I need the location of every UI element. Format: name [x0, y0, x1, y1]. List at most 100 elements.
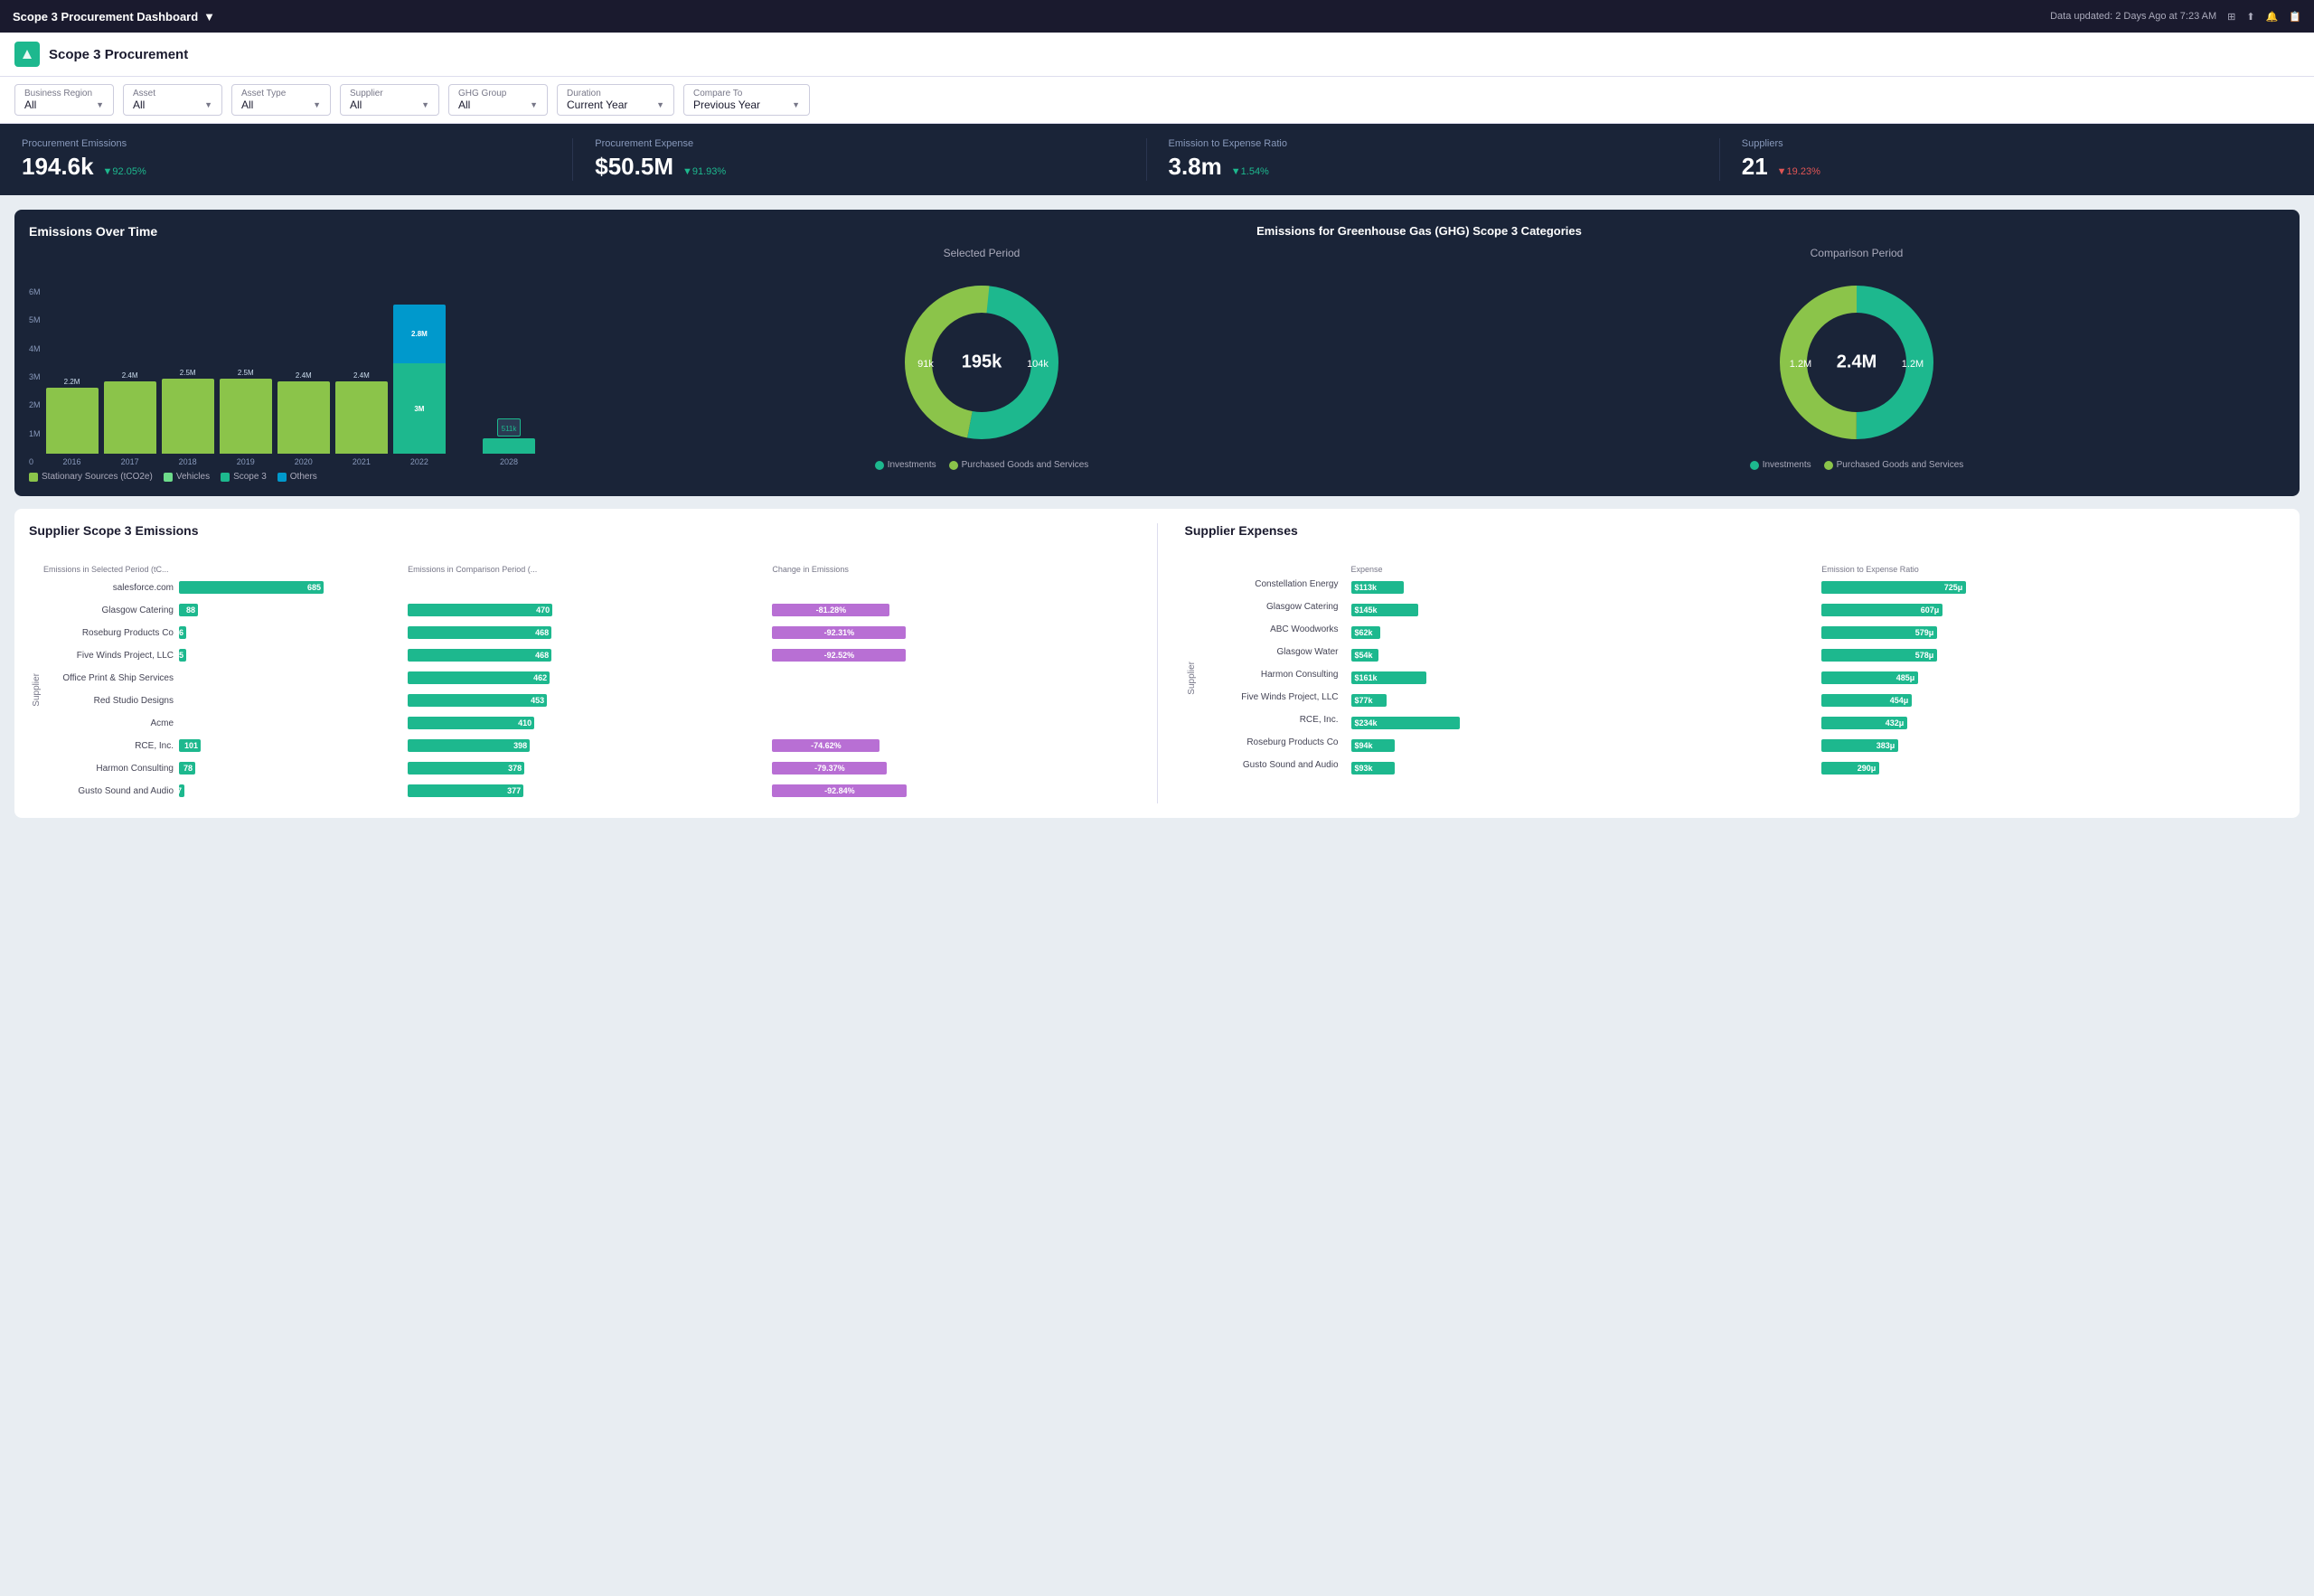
top-bar-right: Data updated: 2 Days Ago at 7:23 AM ⊞ ⬆ …: [2050, 11, 2301, 23]
supplier-row-selected: Red Studio Designs: [43, 690, 400, 710]
supplier-row-change: -74.62%: [772, 736, 1129, 756]
expense-bar-row: $145k: [1351, 600, 1815, 620]
ratio-bar-row: 454μ: [1821, 690, 2285, 710]
supplier-row-comparison: 468: [408, 623, 765, 643]
filter-supplier-label: Supplier: [350, 89, 429, 99]
y-axis-6m: 6M: [29, 287, 41, 296]
supplier-expense-axis-label: Supplier: [1187, 662, 1197, 695]
filter-supplier-value: All ▼: [350, 99, 429, 111]
col-change-emissions: Change in Emissions -81.28%-92.31%-92.52…: [772, 549, 1129, 803]
fullscreen-icon[interactable]: ⊞: [2227, 11, 2235, 23]
filter-ghg-group[interactable]: GHG Group All ▼: [448, 84, 548, 116]
svg-text:1.2M: 1.2M: [1790, 359, 1811, 370]
expense-supplier-names: Constellation EnergyGlasgow CateringABC …: [1199, 549, 1344, 781]
clipboard-icon[interactable]: 📋: [2289, 11, 2301, 23]
kpi-procurement-emissions-change: ▼92.05%: [103, 166, 146, 177]
top-bar-title-area: Scope 3 Procurement Dashboard ▼: [13, 10, 215, 23]
expense-bar-row: $54k: [1351, 645, 1815, 665]
ratio-bar-row: 578μ: [1821, 645, 2285, 665]
expense-bar-row: $94k: [1351, 736, 1815, 756]
supplier-row-comparison: [408, 577, 765, 597]
supplier-row-selected: salesforce.com685: [43, 577, 400, 597]
kpi-procurement-expense-value: $50.5M: [595, 153, 673, 181]
notification-icon[interactable]: 🔔: [2266, 11, 2279, 23]
filter-supplier[interactable]: Supplier All ▼: [340, 84, 439, 116]
selected-period-chart: 91k 104k 195k: [891, 272, 1072, 453]
expense-bar-row: $161k: [1351, 668, 1815, 688]
bar-chart-legend: Stationary Sources (tCO2e) Vehicles Scop…: [29, 472, 535, 482]
emissions-over-time-panel: Emissions Over Time 6M 5M 4M 3M 2M 1M 0: [29, 224, 535, 482]
expense-bar-row: $113k: [1351, 577, 1815, 597]
expense-supplier-name: Roseburg Products Co: [1199, 732, 1344, 752]
filter-asset-type-label: Asset Type: [241, 89, 321, 99]
ratio-bar-row: 725μ: [1821, 577, 2285, 597]
supplier-row-selected: Glasgow Catering88: [43, 600, 400, 620]
supplier-expenses-panel: Supplier Expenses Supplier Constellation…: [1185, 523, 2286, 803]
expense-supplier-name: Glasgow Catering: [1199, 596, 1344, 616]
filter-duration-label: Duration: [567, 89, 664, 99]
ratio-bar-row: 432μ: [1821, 713, 2285, 733]
filter-duration-value: Current Year ▼: [567, 99, 664, 111]
svg-text:104k: 104k: [1027, 359, 1049, 370]
kpi-emission-expense-ratio-change: ▼1.54%: [1231, 166, 1269, 177]
filter-asset-value: All ▼: [133, 99, 212, 111]
kpi-procurement-expense: Procurement Expense $50.5M ▼91.93%: [573, 138, 1146, 181]
supplier-row-change: -92.52%: [772, 645, 1129, 665]
kpi-emission-expense-ratio-value: 3.8m: [1169, 153, 1222, 181]
supplier-row-comparison: 398: [408, 736, 765, 756]
ratio-bar-row: 579μ: [1821, 623, 2285, 643]
supplier-row-comparison: 453: [408, 690, 765, 710]
top-bar: Scope 3 Procurement Dashboard ▼ Data upd…: [0, 0, 2314, 33]
filter-compare-to[interactable]: Compare To Previous Year ▼: [683, 84, 810, 116]
col-ratio: Emission to Expense Ratio 725μ607μ579μ57…: [1821, 549, 2285, 781]
main-content: Emissions Over Time 6M 5M 4M 3M 2M 1M 0: [0, 195, 2314, 832]
col-expense: Expense $113k$145k$62k$54k$161k$77k$234k…: [1351, 549, 1815, 781]
filter-duration[interactable]: Duration Current Year ▼: [557, 84, 674, 116]
y-axis-0: 0: [29, 457, 41, 466]
kpi-suppliers-change: ▼19.23%: [1777, 166, 1820, 177]
expense-supplier-name: RCE, Inc.: [1199, 709, 1344, 729]
supplier-row-change: -81.28%: [772, 600, 1129, 620]
supplier-row-change: [772, 577, 1129, 597]
supplier-row-comparison: 470: [408, 600, 765, 620]
supplier-row-change: -92.84%: [772, 781, 1129, 801]
svg-text:1.2M: 1.2M: [1902, 359, 1924, 370]
supplier-axis-label: Supplier: [32, 673, 42, 707]
kpi-procurement-emissions: Procurement Emissions 194.6k ▼92.05%: [22, 138, 573, 181]
supplier-row-change: [772, 713, 1129, 733]
expense-bar-row: $62k: [1351, 623, 1815, 643]
app-logo: [14, 42, 40, 67]
ratio-bar-row: 485μ: [1821, 668, 2285, 688]
kpi-strip: Procurement Emissions 194.6k ▼92.05% Pro…: [0, 124, 2314, 195]
lower-section: Supplier Scope 3 Emissions Supplier Emis…: [14, 509, 2300, 818]
comparison-period-chart: 1.2M 1.2M 2.4M: [1766, 272, 1947, 453]
kpi-procurement-expense-label: Procurement Expense: [595, 138, 1124, 149]
ghg-donut-section: Emissions for Greenhouse Gas (GHG) Scope…: [553, 224, 2285, 482]
expense-supplier-name: Gusto Sound and Audio: [1199, 755, 1344, 775]
filter-compare-to-label: Compare To: [693, 89, 800, 99]
kpi-procurement-emissions-label: Procurement Emissions: [22, 138, 550, 149]
ratio-bar-row: 607μ: [1821, 600, 2285, 620]
y-axis-3m: 3M: [29, 372, 41, 381]
filter-ghg-group-value: All ▼: [458, 99, 538, 111]
supplier-row-selected: Office Print & Ship Services: [43, 668, 400, 688]
filter-business-region-value: All ▼: [24, 99, 104, 111]
kpi-suppliers: Suppliers 21 ▼19.23%: [1720, 138, 2292, 181]
y-axis-5m: 5M: [29, 315, 41, 324]
comparison-period-donut: Comparison Period 1.2M 1.2M 2.4M: [1428, 247, 2285, 470]
dashboard-dropdown-icon[interactable]: ▼: [203, 10, 215, 23]
filter-asset-type[interactable]: Asset Type All ▼: [231, 84, 331, 116]
supplier-row-selected: Roseburg Products Co36: [43, 623, 400, 643]
expense-supplier-name: Constellation Energy: [1199, 574, 1344, 594]
supplier-row-change: -92.31%: [772, 623, 1129, 643]
legend-others: Others: [277, 472, 317, 482]
kpi-suppliers-value: 21: [1742, 153, 1768, 181]
section-divider: [1157, 523, 1158, 803]
supplier-row-change: [772, 690, 1129, 710]
selected-period-legend: Investments Purchased Goods and Services: [875, 460, 1089, 470]
export-icon[interactable]: ⬆: [2246, 11, 2254, 23]
expense-bar-row: $93k: [1351, 758, 1815, 778]
filter-business-region[interactable]: Business Region All ▼: [14, 84, 114, 116]
supplier-row-selected: RCE, Inc.101: [43, 736, 400, 756]
filter-asset[interactable]: Asset All ▼: [123, 84, 222, 116]
